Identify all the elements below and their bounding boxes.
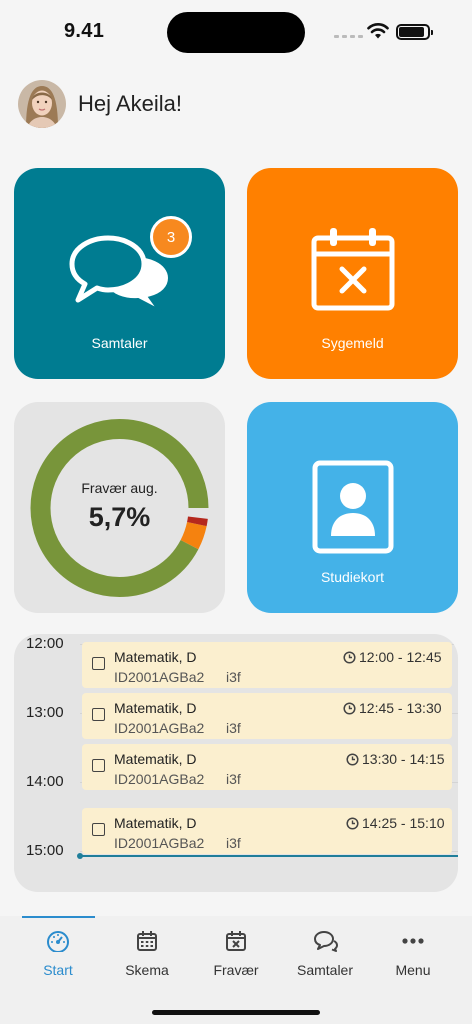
event-room: i3f — [226, 835, 241, 851]
schedule-timeline[interactable]: 12:00 13:00 14:00 15:00 Matematik, D ID2… — [14, 634, 458, 892]
battery-icon — [396, 24, 433, 40]
schedule-event[interactable]: Matematik, D ID2001AGBa2 i3f 14:25 - 15:… — [82, 808, 452, 854]
calendar-icon — [137, 931, 157, 951]
studiekort-tile[interactable]: Studiekort — [247, 402, 458, 613]
hour-label: 13:00 — [26, 704, 64, 721]
tab-bar: Start Skema Fravær Samtaler Menu — [0, 916, 472, 1024]
fravaer-tile[interactable]: Fravær aug. 5,7% — [14, 402, 225, 613]
hour-label: 12:00 — [26, 635, 64, 652]
tab-skema[interactable]: Skema — [100, 930, 194, 980]
event-code: ID2001AGBa2 — [114, 835, 205, 851]
event-subject: Matematik, D — [114, 649, 197, 665]
home-indicator — [152, 1010, 320, 1015]
clock-icon — [343, 651, 356, 664]
event-subject: Matematik, D — [114, 700, 197, 716]
current-time-line — [80, 855, 458, 857]
event-subject: Matematik, D — [114, 815, 197, 831]
tab-menu[interactable]: Menu — [366, 930, 460, 980]
hour-label: 14:00 — [26, 773, 64, 790]
event-checkbox[interactable] — [92, 708, 105, 721]
dynamic-island — [167, 12, 305, 53]
event-time: 14:25 - 15:10 — [362, 815, 445, 831]
studiekort-label: Studiekort — [320, 569, 385, 585]
samtaler-label: Samtaler — [91, 335, 148, 351]
event-room: i3f — [226, 720, 241, 736]
sygemeld-label: Sygemeld — [321, 335, 384, 351]
event-time: 12:45 - 13:30 — [359, 700, 442, 716]
event-time: 13:30 - 14:15 — [362, 751, 445, 767]
hour-label: 15:00 — [26, 842, 64, 859]
tab-label: Menu — [395, 962, 431, 978]
absence-label: Fravær aug. — [81, 480, 158, 496]
calendar-x-icon — [226, 931, 246, 951]
event-checkbox[interactable] — [92, 657, 105, 670]
clock-icon — [346, 753, 359, 766]
signal-icon — [334, 35, 363, 38]
more-dots-icon — [402, 938, 424, 944]
event-room: i3f — [226, 669, 241, 685]
status-time: 9.41 — [64, 20, 105, 42]
student-card-icon — [312, 460, 394, 554]
samtaler-tile[interactable]: 3 Samtaler — [14, 168, 225, 379]
tab-label: Start — [43, 962, 73, 978]
tab-label: Fravær — [213, 962, 259, 978]
sygemeld-tile[interactable]: Sygemeld — [247, 168, 458, 379]
tab-samtaler[interactable]: Samtaler — [278, 930, 372, 980]
tab-label: Samtaler — [296, 962, 354, 978]
greeting: Hej Akeila! — [18, 80, 182, 128]
event-checkbox[interactable] — [92, 823, 105, 836]
absence-value: 5,7% — [88, 502, 151, 532]
event-room: i3f — [226, 771, 241, 787]
schedule-event[interactable]: Matematik, D ID2001AGBa2 i3f 13:30 - 14:… — [82, 744, 452, 790]
current-time-dot — [77, 853, 83, 859]
calendar-x-icon — [311, 228, 395, 311]
event-code: ID2001AGBa2 — [114, 720, 205, 736]
wifi-icon — [367, 23, 389, 39]
event-subject: Matematik, D — [114, 751, 197, 767]
event-code: ID2001AGBa2 — [114, 771, 205, 787]
schedule-event[interactable]: Matematik, D ID2001AGBa2 i3f 12:00 - 12:… — [82, 642, 452, 688]
schedule-event[interactable]: Matematik, D ID2001AGBa2 i3f 12:45 - 13:… — [82, 693, 452, 739]
dashboard-icon — [47, 931, 69, 952]
status-bar: 9.41 — [0, 0, 472, 64]
tab-start[interactable]: Start — [11, 930, 105, 980]
tab-fravaer[interactable]: Fravær — [189, 930, 283, 980]
clock-icon — [346, 817, 359, 830]
event-code: ID2001AGBa2 — [114, 669, 205, 685]
event-checkbox[interactable] — [92, 759, 105, 772]
tab-label: Skema — [125, 962, 169, 978]
clock-icon — [343, 702, 356, 715]
unread-badge: 3 — [150, 216, 192, 258]
avatar[interactable] — [18, 80, 66, 128]
active-tab-indicator — [22, 916, 95, 918]
event-time: 12:00 - 12:45 — [359, 649, 442, 665]
greeting-text: Hej Akeila! — [78, 91, 182, 116]
chat-icon — [314, 931, 338, 952]
